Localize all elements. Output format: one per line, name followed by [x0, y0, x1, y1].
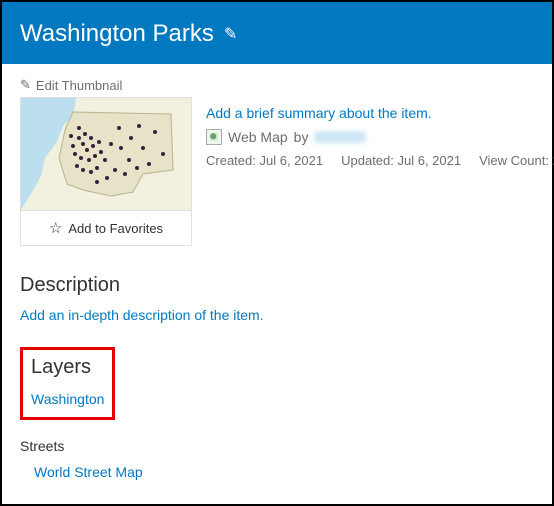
view-count-stat: View Count: 23: [479, 153, 554, 168]
content-area: ✎ Edit Thumbnail: [2, 64, 552, 498]
description-heading: Description: [20, 274, 534, 297]
thumbnail-card: ☆ Add to Favorites: [20, 97, 192, 246]
layers-highlight-box: Layers Washington: [20, 347, 115, 420]
meta-row: ☆ Add to Favorites Add a brief summary a…: [20, 97, 534, 246]
edit-thumbnail-link[interactable]: ✎ Edit Thumbnail: [20, 77, 122, 93]
meta-column: Add a brief summary about the item. Web …: [206, 97, 554, 168]
thumbnail-image: [21, 98, 191, 210]
owner-name-blurred: [314, 131, 366, 143]
stats-row: Created: Jul 6, 2021 Updated: Jul 6, 202…: [206, 153, 554, 168]
web-map-icon: [206, 129, 222, 145]
layer-washington-link[interactable]: Washington: [31, 391, 104, 407]
edit-thumbnail-label: Edit Thumbnail: [36, 78, 122, 93]
page-title: Washington Parks: [20, 20, 214, 48]
by-label: by: [294, 129, 309, 145]
add-description-link[interactable]: Add an in-depth description of the item.: [20, 307, 534, 323]
layer-world-street-map-link[interactable]: World Street Map: [34, 464, 534, 480]
layers-heading: Layers: [31, 356, 104, 379]
layer-streets-label: Streets: [20, 438, 534, 454]
add-summary-link[interactable]: Add a brief summary about the item.: [206, 105, 554, 121]
pencil-icon: ✎: [20, 77, 31, 93]
favorite-label: Add to Favorites: [68, 221, 163, 236]
star-icon: ☆: [49, 219, 62, 237]
created-stat: Created: Jul 6, 2021: [206, 153, 323, 168]
item-type-label: Web Map: [228, 129, 288, 145]
add-to-favorites-button[interactable]: ☆ Add to Favorites: [21, 210, 191, 245]
item-type-row: Web Map by: [206, 129, 554, 145]
page-header: Washington Parks ✎: [2, 2, 552, 64]
edit-title-icon[interactable]: ✎: [224, 24, 237, 44]
updated-stat: Updated: Jul 6, 2021: [341, 153, 461, 168]
